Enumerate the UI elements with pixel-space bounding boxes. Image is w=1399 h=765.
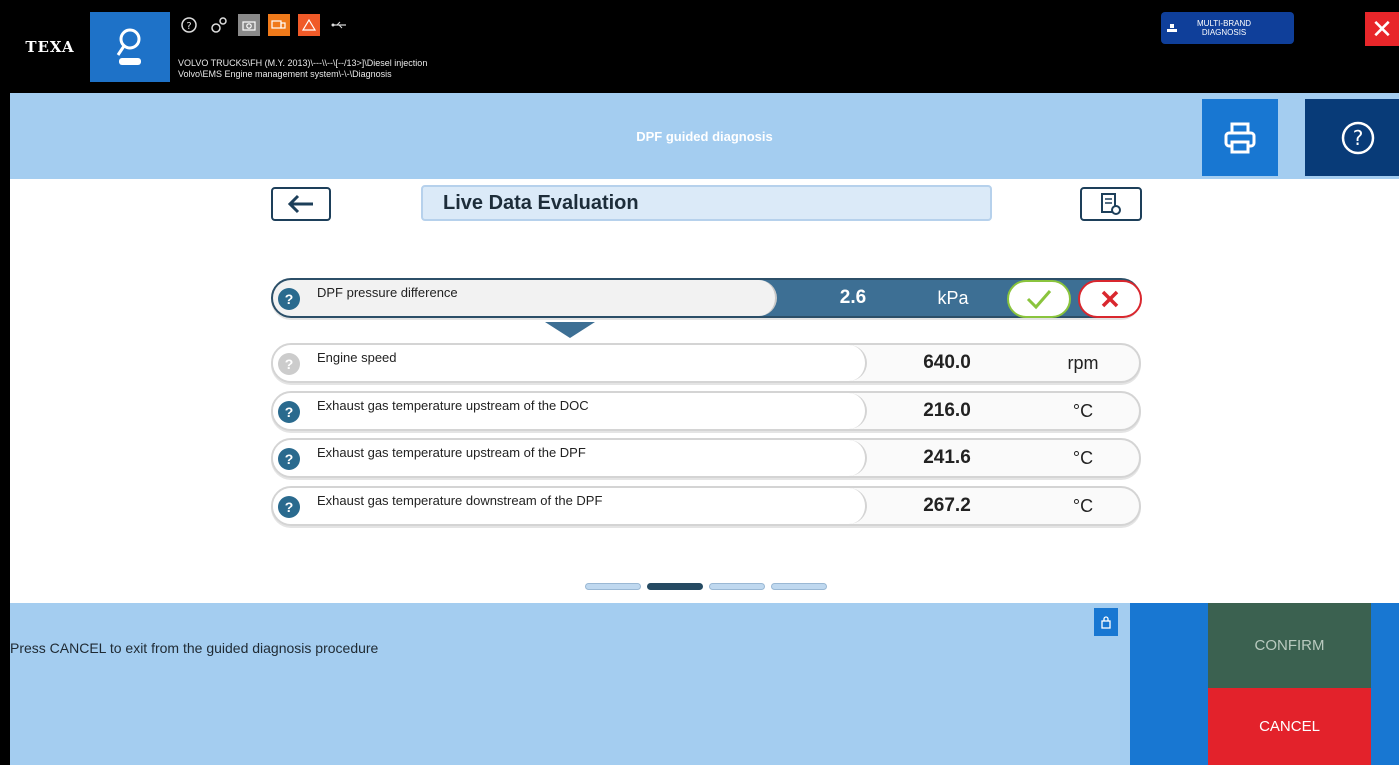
- parameter-label-area: ? DPF pressure difference: [273, 280, 777, 316]
- question-icon[interactable]: ?: [278, 401, 300, 423]
- parameter-label: Engine speed: [317, 350, 397, 365]
- toolbar: ?: [178, 14, 350, 36]
- ok-button[interactable]: [1007, 280, 1071, 318]
- parameter-value: 2.6: [839, 287, 867, 308]
- svg-text:?: ?: [186, 21, 191, 32]
- page-dot[interactable]: [771, 583, 827, 590]
- question-icon[interactable]: ?: [278, 288, 300, 310]
- arrow-left-icon: [287, 194, 313, 214]
- parameter-unit: °C: [1072, 401, 1094, 421]
- help-button[interactable]: ?: [1305, 99, 1399, 176]
- parameter-label: Exhaust gas temperature upstream of the …: [317, 398, 589, 413]
- printer-icon: [1224, 122, 1256, 153]
- parameter-unit: °C: [1072, 496, 1094, 516]
- truck-icon[interactable]: [268, 14, 290, 36]
- parameter-row[interactable]: ? Exhaust gas temperature upstream of th…: [271, 438, 1141, 478]
- parameter-label: Exhaust gas temperature downstream of th…: [317, 493, 603, 508]
- question-icon: ?: [278, 353, 300, 375]
- parameter-row[interactable]: ? Engine speed 640.0 rpm: [271, 343, 1141, 383]
- search-person-icon: [116, 28, 141, 65]
- page-indicator: [585, 583, 827, 590]
- check-icon: [1026, 290, 1052, 310]
- multi-brand-label: MULTI-BRAND DIAGNOSIS: [1197, 19, 1251, 37]
- svg-text:?: ?: [1352, 126, 1363, 150]
- parameter-label-area: ? Exhaust gas temperature upstream of th…: [273, 440, 867, 476]
- lock-icon: [1101, 616, 1111, 629]
- search-button[interactable]: [90, 12, 170, 82]
- parameter-label: Exhaust gas temperature upstream of the …: [317, 445, 586, 460]
- parameter-label: DPF pressure difference: [317, 285, 458, 300]
- footer-spacer: [1130, 603, 1208, 765]
- parameter-label-area: ? Exhaust gas temperature downstream of …: [273, 488, 867, 524]
- title-band: DPF guided diagnosis ?: [10, 93, 1399, 179]
- usb-icon[interactable]: [328, 14, 350, 36]
- page-dot[interactable]: [709, 583, 765, 590]
- ko-button[interactable]: [1078, 280, 1142, 318]
- selection-pointer-icon: [545, 322, 595, 338]
- parameter-unit: kPa: [937, 288, 969, 308]
- multi-brand-label-line2: DIAGNOSIS: [1201, 28, 1247, 37]
- parameter-value: 267.2: [923, 495, 971, 516]
- confirm-button[interactable]: CONFIRM: [1208, 603, 1371, 688]
- help-icon[interactable]: ?: [178, 14, 200, 36]
- footer-right-edge: [1371, 603, 1399, 765]
- window-left-edge: [0, 93, 10, 765]
- texa-logo: TEXA: [25, 38, 75, 56]
- multi-brand-diagnosis-button[interactable]: MULTI-BRAND DIAGNOSIS: [1161, 12, 1294, 44]
- parameter-label-area: ? Exhaust gas temperature upstream of th…: [273, 393, 867, 429]
- help-circle-icon: ?: [1341, 121, 1374, 154]
- parameter-row[interactable]: ? Exhaust gas temperature downstream of …: [271, 486, 1141, 526]
- parameter-row[interactable]: ? Exhaust gas temperature upstream of th…: [271, 391, 1141, 431]
- footer-hint: Press CANCEL to exit from the guided dia…: [10, 640, 379, 656]
- document-gear-icon: [1101, 193, 1121, 215]
- page-dot[interactable]: [585, 583, 641, 590]
- gears-icon[interactable]: [208, 14, 230, 36]
- section-title: Live Data Evaluation: [421, 185, 992, 221]
- multi-brand-label-line1: MULTI-BRAND: [1197, 19, 1252, 28]
- parameter-value: 640.0: [923, 352, 971, 373]
- back-button[interactable]: [271, 187, 331, 221]
- top-bar: TEXA ? VOLVO TRUCKS\FH (M.Y. 2013)\---\\…: [0, 0, 1399, 93]
- parameter-unit: rpm: [1067, 353, 1099, 373]
- page-dot-current[interactable]: [647, 583, 703, 590]
- vehicle-path: VOLVO TRUCKS\FH (M.Y. 2013)\---\\--\[--/…: [178, 58, 427, 80]
- warning-icon[interactable]: [298, 14, 320, 36]
- print-button[interactable]: [1202, 99, 1278, 176]
- question-icon[interactable]: ?: [278, 496, 300, 518]
- settings-button[interactable]: [1080, 187, 1142, 221]
- page-title: DPF guided diagnosis: [636, 129, 773, 144]
- parameter-value: 216.0: [923, 400, 971, 421]
- lock-button[interactable]: [1094, 608, 1118, 636]
- close-button[interactable]: ✕: [1365, 12, 1399, 46]
- cancel-button[interactable]: CANCEL: [1208, 688, 1371, 765]
- question-icon[interactable]: ?: [278, 448, 300, 470]
- parameter-label-area: ? Engine speed: [273, 345, 867, 381]
- vehicle-path-line1: VOLVO TRUCKS\FH (M.Y. 2013)\---\\--\[--/…: [178, 58, 428, 68]
- parameter-unit: °C: [1072, 448, 1094, 468]
- parameter-value: 241.6: [923, 447, 971, 468]
- vehicle-path-line2: Volvo\EMS Engine management system\-\-\D…: [178, 69, 392, 79]
- x-icon: [1101, 290, 1119, 308]
- camera-icon[interactable]: [238, 14, 260, 36]
- multi-brand-icon: [1161, 22, 1183, 34]
- close-icon: ✕: [1371, 13, 1393, 44]
